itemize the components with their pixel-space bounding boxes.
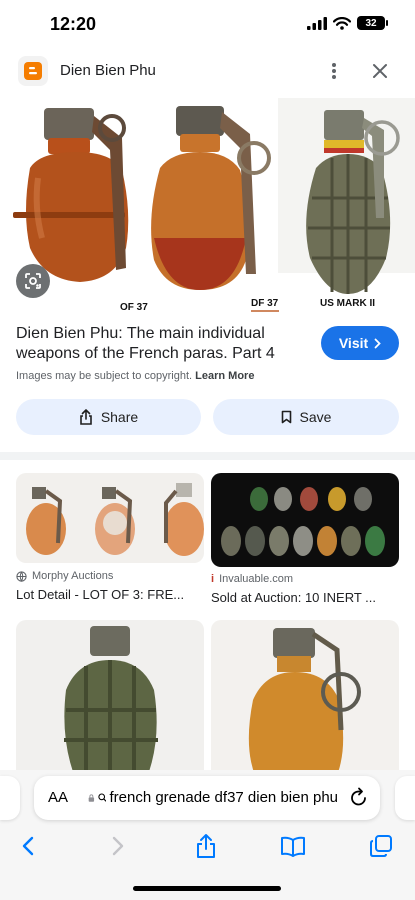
- close-button[interactable]: [368, 58, 392, 84]
- status-indicators: 32: [307, 16, 388, 30]
- back-icon: [22, 836, 34, 856]
- bookmark-icon: [281, 410, 291, 424]
- viewer-header: Dien Bien Phu: [0, 50, 415, 92]
- home-indicator: [133, 886, 281, 891]
- reader-settings-button[interactable]: AA: [48, 789, 68, 806]
- share-sheet-icon: [197, 834, 215, 858]
- chevron-right-icon: [374, 338, 381, 348]
- of37-grenade: [13, 108, 129, 282]
- share-button[interactable]: Share: [16, 399, 201, 435]
- url-text: french grenade df37 dien bien phu: [109, 789, 338, 806]
- previous-tab-stub[interactable]: [0, 776, 20, 820]
- lock-icon: [88, 793, 95, 802]
- address-bar[interactable]: AA french grenade df37 dien bien phu: [34, 776, 380, 820]
- related-title-1[interactable]: Lot Detail - LOT OF 3: FRE...: [16, 587, 204, 602]
- back-button[interactable]: [14, 832, 42, 860]
- bookmarks-button[interactable]: [279, 832, 307, 860]
- related-image-2[interactable]: [211, 473, 399, 567]
- related-photo-4: [248, 628, 361, 780]
- next-tab-stub[interactable]: [395, 776, 415, 820]
- related-title-2[interactable]: Sold at Auction: 10 INERT ...: [211, 590, 399, 605]
- share-label: Share: [100, 409, 139, 425]
- related-source-2-name: Invaluable.com: [219, 573, 294, 585]
- caption-mark2: US MARK II: [320, 298, 375, 309]
- search-icon: [98, 793, 107, 802]
- related-photo-2: [221, 487, 385, 556]
- wifi-icon: [333, 16, 351, 30]
- close-icon: [373, 64, 387, 78]
- reload-button[interactable]: [350, 787, 368, 812]
- related-source-1-name: Morphy Auctions: [32, 570, 114, 582]
- main-image[interactable]: OF 37 DF 37 US MARK II: [0, 98, 415, 318]
- tabs-button[interactable]: [367, 832, 395, 860]
- lens-icon: [25, 273, 41, 289]
- caption-of37: OF 37: [120, 302, 148, 313]
- related-image-1[interactable]: [16, 473, 204, 563]
- signal-icon: [307, 16, 327, 30]
- copyright-text: Images may be subject to copyright.: [16, 370, 193, 382]
- tabs-icon: [370, 835, 392, 857]
- related-source-2: i Invaluable.com: [211, 573, 293, 585]
- related-image-3[interactable]: [16, 620, 204, 780]
- bookmarks-icon: [281, 836, 305, 857]
- invaluable-icon: i: [211, 573, 215, 585]
- save-button[interactable]: Save: [213, 399, 399, 435]
- save-label: Save: [299, 409, 332, 425]
- visit-label: Visit: [338, 335, 369, 351]
- result-title[interactable]: Dien Bien Phu: The main individual weapo…: [16, 324, 308, 364]
- status-bar: 12:20 32: [0, 0, 415, 48]
- status-time: 12:20: [50, 14, 97, 34]
- related-photo-1: [26, 483, 204, 556]
- forward-icon: [112, 836, 124, 856]
- blogger-icon: [18, 56, 48, 86]
- section-divider: [0, 452, 415, 460]
- related-source-1: Morphy Auctions: [16, 570, 113, 582]
- url-field[interactable]: french grenade df37 dien bien phu: [88, 789, 338, 806]
- share-sheet-button[interactable]: [192, 832, 220, 860]
- reload-icon: [351, 787, 366, 806]
- globe-icon: [16, 570, 27, 582]
- site-title[interactable]: Dien Bien Phu: [60, 62, 156, 79]
- battery-icon: 32: [357, 16, 388, 30]
- more-vert-icon: [332, 63, 336, 79]
- mark2-grenade: [278, 98, 415, 294]
- caption-df37: DF 37: [251, 298, 279, 309]
- df37-grenade: [151, 106, 271, 290]
- grenades-photo: OF 37 DF 37 US MARK II: [13, 98, 415, 313]
- lens-search-button[interactable]: [16, 264, 50, 298]
- related-photo-3: [64, 626, 158, 780]
- learn-more-link[interactable]: Learn More: [195, 370, 254, 382]
- related-image-4[interactable]: [211, 620, 399, 780]
- browser-bottom-bar: AA french grenade df37 dien bien phu: [0, 770, 415, 900]
- copyright-note: Images may be subject to copyright. Lear…: [16, 370, 254, 382]
- forward-button[interactable]: [104, 832, 132, 860]
- visit-button[interactable]: Visit: [321, 326, 399, 360]
- more-options-button[interactable]: [322, 58, 346, 84]
- share-icon: [80, 409, 92, 425]
